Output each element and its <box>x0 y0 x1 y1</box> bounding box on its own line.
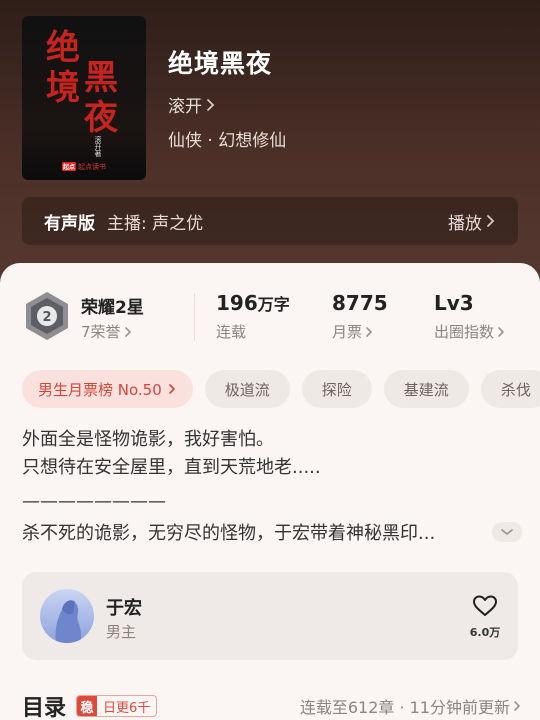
audio-tag: 有声版 <box>44 213 95 234</box>
character-card[interactable]: 于宏 男主 6.0万 <box>22 572 518 660</box>
cover-publisher-name: 起点读书 <box>78 163 107 171</box>
cover-author: 滚开著 <box>94 136 102 157</box>
cover-title-char: 绝 <box>46 28 80 68</box>
honor-count: 7荣誉 <box>81 323 121 341</box>
popularity-label: 出圈指数 <box>434 323 495 341</box>
character-role: 男主 <box>106 623 137 641</box>
monthly-votes: 8775 <box>332 291 388 315</box>
tag-chip[interactable]: 探险 <box>301 370 372 408</box>
chevron-right-icon <box>498 326 505 337</box>
detail-sheet: 2 荣耀2星 7荣誉 196万字 连载 8775 月票 Lv3 出圈指数 男生月… <box>0 263 540 720</box>
update-badge-key: 稳 <box>77 696 98 716</box>
tag-chip[interactable]: 杀伐 <box>480 370 540 408</box>
book-description[interactable]: 外面全是怪物诡影，我好害怕。 只想待在安全屋里，直到天荒地老..... ————… <box>22 426 522 548</box>
chevron-right-icon <box>366 326 373 337</box>
book-genre[interactable]: 仙侠 · 幻想修仙 <box>168 126 286 151</box>
audio-host: 主播: 声之优 <box>107 213 204 234</box>
heart-icon <box>473 595 497 616</box>
chevron-right-icon <box>207 98 215 111</box>
book-title: 绝境黑夜 <box>168 49 273 78</box>
update-status: 连载至612章 · 11分钟前更新 <box>299 698 510 717</box>
divider <box>194 293 195 341</box>
play-button[interactable]: 播放 <box>448 209 496 234</box>
publisher-logo-icon: 起点 <box>62 162 77 171</box>
avatar <box>40 589 94 643</box>
tag-list: 男生月票榜 No.50 极道流 探险 基建流 杀伐 <box>22 370 540 410</box>
cover-publisher: 起点 起点读书 <box>62 162 106 172</box>
honor-link[interactable]: 7荣誉 <box>81 321 133 342</box>
play-label: 播放 <box>448 213 482 234</box>
description-line: 杀不死的诡影，无穷尽的怪物，于宏带着神秘黑印... <box>22 523 436 544</box>
monthly-votes-stat[interactable]: 8775 月票 <box>332 291 388 342</box>
character-name: 于宏 <box>106 598 142 619</box>
chevron-right-icon <box>514 701 521 711</box>
tag-chip[interactable]: 基建流 <box>383 370 469 408</box>
update-badge-text: 日更6千 <box>103 700 151 716</box>
like-count: 6.0万 <box>469 626 501 639</box>
rank-chip[interactable]: 男生月票榜 No.50 <box>22 370 193 408</box>
serial-status: 连载 <box>216 323 247 341</box>
cover-title-char: 夜 <box>84 98 118 138</box>
book-cover[interactable]: 绝 境 黑 夜 滚开著 起点 起点读书 <box>22 16 146 180</box>
popularity-stat[interactable]: Lv3 出圈指数 <box>434 291 506 342</box>
book-header: 绝 境 黑 夜 滚开著 起点 起点读书 绝境黑夜 滚开 仙侠 · 幻想修仙 有声版… <box>0 0 540 300</box>
chevron-right-icon <box>487 215 495 227</box>
cover-title-char: 境 <box>46 68 80 108</box>
word-unit: 万字 <box>257 295 290 314</box>
word-count-stat: 196万字 连载 <box>216 291 290 342</box>
like-button[interactable]: 6.0万 <box>468 594 502 640</box>
author-name: 滚开 <box>168 97 202 117</box>
chevron-down-icon[interactable] <box>492 522 522 542</box>
monthly-votes-label: 月票 <box>332 323 363 341</box>
word-count: 196 <box>216 291 258 315</box>
svg-text:2: 2 <box>42 310 51 325</box>
tag-chip[interactable]: 极道流 <box>204 370 290 408</box>
description-divider: ———————— <box>22 491 166 512</box>
author-link[interactable]: 滚开 <box>168 92 216 117</box>
audio-version-bar[interactable]: 有声版 主播: 声之优 播放 <box>22 197 518 245</box>
description-line: 外面全是怪物诡影，我好害怕。 <box>22 429 274 450</box>
honor-name: 荣耀2星 <box>81 298 144 318</box>
toc-heading: 目录 <box>22 696 67 720</box>
popularity-level: Lv3 <box>434 291 474 315</box>
stats-row: 2 荣耀2星 7荣誉 196万字 连载 8775 月票 Lv3 出圈指数 <box>0 263 540 363</box>
description-line: 只想待在安全屋里，直到天荒地老..... <box>22 457 321 478</box>
update-badge: 稳 日更6千 <box>76 695 158 717</box>
table-of-contents-row[interactable]: 目录 稳 日更6千 连载至612章 · 11分钟前更新 <box>22 689 522 720</box>
chevron-right-icon <box>124 326 131 337</box>
rank-label: 男生月票榜 No.50 <box>38 380 162 399</box>
chevron-right-icon <box>168 384 175 394</box>
cover-title-char: 黑 <box>84 58 118 98</box>
honor-badge-icon: 2 <box>26 292 68 340</box>
